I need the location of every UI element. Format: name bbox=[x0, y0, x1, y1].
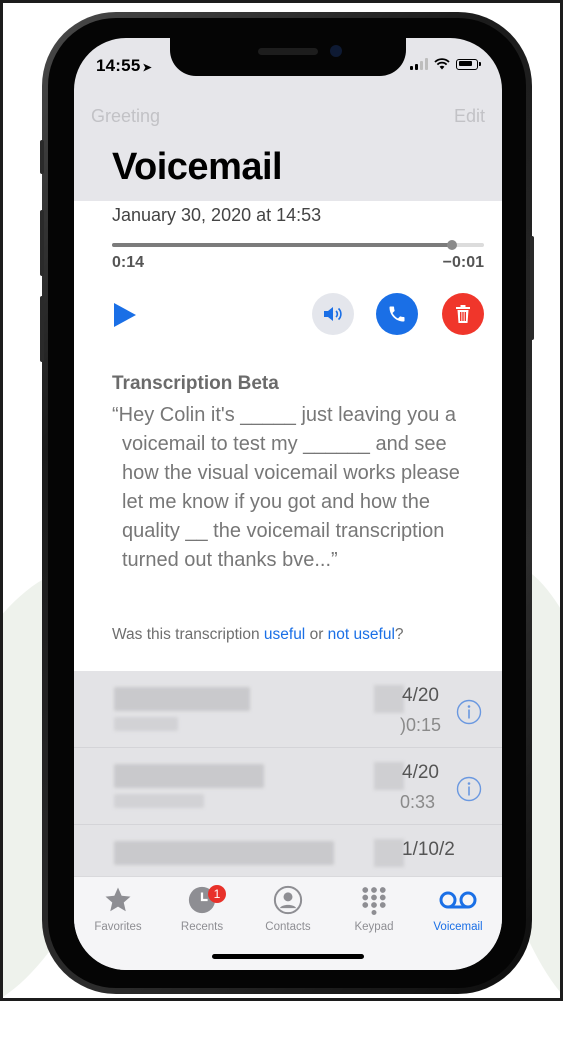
transcription-text: “Hey Colin it's _____ just leaving you a… bbox=[112, 404, 460, 571]
playback-knob[interactable] bbox=[447, 240, 458, 250]
volume-up-button bbox=[40, 210, 44, 276]
play-button[interactable] bbox=[114, 303, 136, 327]
redacted-name bbox=[114, 687, 250, 711]
redacted-name bbox=[114, 841, 334, 865]
call-back-button[interactable] bbox=[376, 293, 418, 335]
redacted-subtitle bbox=[114, 794, 204, 808]
row-duration: 0:33 bbox=[400, 792, 436, 812]
tab-voicemail[interactable]: Voicemail bbox=[416, 883, 500, 933]
mute-switch bbox=[40, 140, 44, 174]
star-icon bbox=[105, 887, 131, 912]
voicemail-detail: January 30, 2020 at 14:53 0:14 −0:01 Tra… bbox=[74, 201, 502, 671]
list-item[interactable]: 4/20 0:33 bbox=[74, 748, 502, 825]
wifi-icon bbox=[434, 58, 450, 70]
list-item[interactable]: 4/20 )0:15 bbox=[74, 671, 502, 748]
tab-label: Keypad bbox=[354, 921, 394, 933]
trash-icon bbox=[456, 305, 470, 323]
row-duration: )0:15 bbox=[400, 715, 442, 735]
battery-icon bbox=[456, 58, 481, 70]
tab-recents[interactable]: 1 Recents bbox=[160, 883, 244, 933]
row-date: 1/10/2 bbox=[402, 839, 455, 860]
greeting-button[interactable]: Greeting bbox=[91, 106, 160, 127]
volume-down-button bbox=[40, 296, 44, 362]
delete-button[interactable] bbox=[442, 293, 484, 335]
status-time: 14:55 ➤ bbox=[96, 56, 152, 76]
tab-favorites[interactable]: Favorites bbox=[76, 883, 160, 933]
remaining-time: −0:01 bbox=[442, 254, 484, 271]
voicemail-icon bbox=[439, 891, 477, 909]
contact-icon bbox=[273, 885, 303, 915]
cellular-signal-icon bbox=[410, 58, 428, 70]
phone-screen: 14:55 ➤ Greeting Edit Voicemail January 3… bbox=[74, 38, 502, 970]
tab-label: Favorites bbox=[94, 921, 142, 933]
feedback-prefix: Was this transcription bbox=[112, 626, 264, 643]
useful-link[interactable]: useful bbox=[264, 626, 305, 643]
speaker-icon bbox=[324, 307, 342, 321]
notch bbox=[170, 38, 406, 76]
playback-progress bbox=[112, 243, 453, 247]
info-icon[interactable] bbox=[456, 776, 482, 802]
playback-scrubber[interactable] bbox=[112, 240, 484, 250]
front-camera bbox=[330, 45, 342, 57]
feedback-or: or bbox=[305, 626, 328, 643]
phone-icon bbox=[389, 306, 405, 322]
redacted-subtitle bbox=[114, 717, 178, 731]
status-indicators bbox=[410, 58, 481, 70]
page-title: Voicemail bbox=[112, 146, 283, 188]
row-date: 4/20 bbox=[402, 685, 439, 706]
tab-label: Recents bbox=[180, 921, 224, 933]
tab-contacts[interactable]: Contacts bbox=[246, 883, 330, 933]
status-time-text: 14:55 bbox=[96, 56, 141, 75]
transcription-title: Transcription Beta bbox=[112, 373, 279, 394]
voicemail-list: 4/20 )0:15 4/20 0:33 1/10/2 bbox=[74, 671, 502, 876]
recents-badge: 1 bbox=[208, 885, 226, 903]
row-date: 4/20 bbox=[402, 762, 439, 783]
not-useful-link[interactable]: not useful bbox=[328, 626, 395, 643]
speaker-button[interactable] bbox=[312, 293, 354, 335]
voicemail-date: January 30, 2020 at 14:53 bbox=[112, 205, 322, 225]
info-icon[interactable] bbox=[456, 699, 482, 725]
tab-label: Contacts bbox=[265, 921, 311, 933]
location-arrow-icon: ➤ bbox=[142, 62, 152, 74]
edit-button[interactable]: Edit bbox=[454, 106, 485, 127]
transcription-feedback: Was this transcription useful or not use… bbox=[112, 626, 404, 644]
redacted-name bbox=[114, 764, 264, 788]
side-button bbox=[530, 236, 534, 340]
keypad-icon bbox=[362, 887, 386, 915]
redacted-date bbox=[374, 839, 404, 867]
redacted-date bbox=[374, 685, 404, 713]
tab-label: Voicemail bbox=[433, 921, 483, 933]
redacted-date bbox=[374, 762, 404, 790]
earpiece bbox=[258, 48, 318, 55]
elapsed-time: 0:14 bbox=[112, 254, 145, 271]
tab-keypad[interactable]: Keypad bbox=[332, 883, 416, 933]
feedback-suffix: ? bbox=[394, 626, 404, 643]
home-indicator[interactable] bbox=[212, 954, 364, 959]
